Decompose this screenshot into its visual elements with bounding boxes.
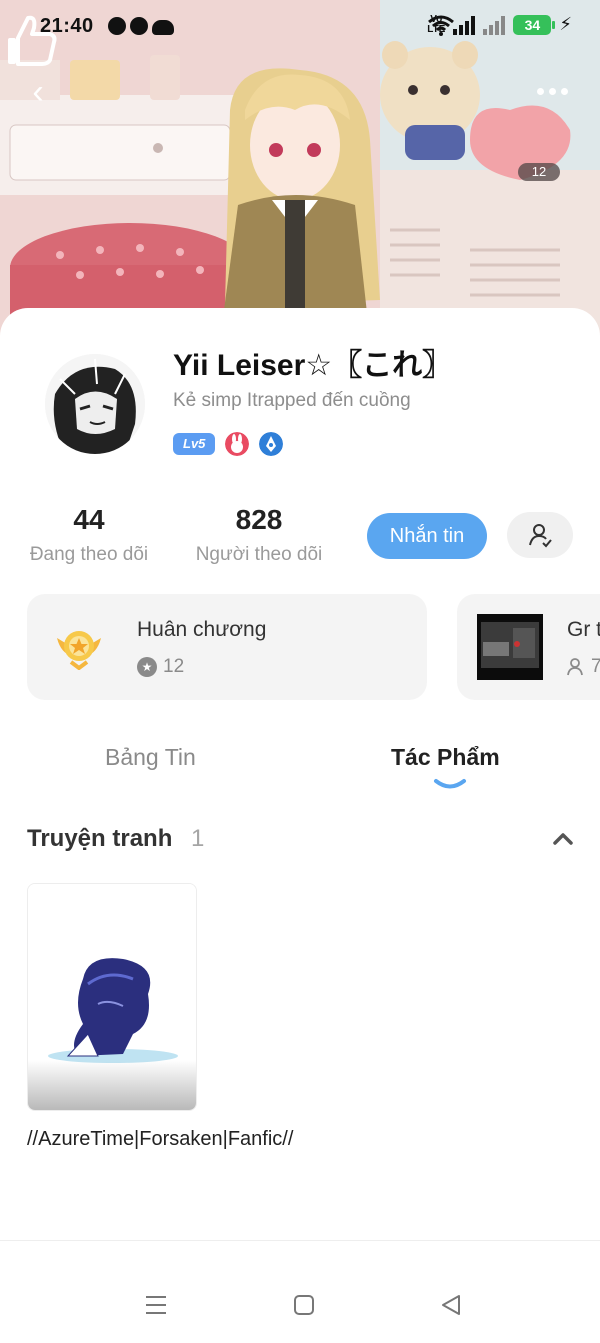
chevron-up-icon[interactable] (550, 828, 576, 850)
cloud-icon (152, 20, 174, 35)
comic-title[interactable]: //AzureTime|Forsaken|Fanfic// (27, 1126, 293, 1152)
tab-active-indicator (434, 779, 466, 789)
following-label: Đang theo dõi (29, 544, 149, 565)
comic-card[interactable] (27, 883, 197, 1111)
following-count: 44 (73, 504, 105, 535)
status-bar: 21:40 Vo LTE 34 ⚡ (0, 0, 600, 54)
more-dot-icon (560, 87, 568, 95)
members-icon (567, 658, 583, 676)
section-title: Truyện tranh (27, 825, 173, 852)
messenger-icon (108, 17, 126, 35)
comic-cover-fade (28, 1060, 196, 1110)
followers-label: Người theo dõi (195, 544, 323, 565)
pen-badge-icon[interactable] (259, 432, 284, 456)
username: Yii Leiser☆〖これ〗 (173, 349, 453, 382)
tab-feed[interactable]: Bảng Tin (105, 744, 196, 771)
more-dot-icon (548, 87, 556, 95)
medals-title: Huân chương (137, 618, 267, 641)
more-dot-icon (536, 87, 544, 95)
notification-icons (108, 17, 174, 35)
messenger-icon (130, 17, 148, 35)
charging-icon: ⚡ (559, 14, 572, 34)
section-count: 1 (191, 825, 205, 852)
medals-count: 12 (163, 656, 185, 677)
signal-icon (453, 15, 476, 35)
battery-icon: 34 (513, 14, 556, 35)
badge-row: Lv5 (173, 432, 284, 456)
star-icon: ★ (137, 657, 157, 677)
system-nav-bar (0, 1240, 600, 1343)
signal-icon-secondary (483, 15, 506, 35)
profile-cover: 21:40 Vo LTE 34 ⚡ ‹ 12 (0, 0, 600, 340)
message-button[interactable]: Nhắn tin (367, 513, 487, 559)
medals-card[interactable]: Huân chương ★ 12 (27, 594, 427, 700)
following-stat[interactable]: 44 Đang theo dõi (24, 504, 154, 566)
level-badge[interactable]: Lv5 (173, 433, 216, 455)
more-options-button[interactable] (532, 76, 572, 106)
avatar-image (45, 354, 145, 454)
group-thumbnail (477, 614, 543, 680)
profile-sheet: Yii Leiser☆〖これ〗 Kẻ simp Itrapped đến cuồ… (0, 308, 600, 1243)
followers-stat[interactable]: 828 Người theo dõi (190, 504, 328, 566)
status-indicators: Vo LTE 34 ⚡ (427, 14, 572, 36)
person-icon (529, 524, 552, 548)
group-members-count: 7 (591, 656, 600, 677)
rabbit-badge-icon[interactable] (225, 432, 250, 456)
menu-icon[interactable] (141, 1293, 171, 1317)
follow-button[interactable] (507, 512, 573, 558)
back-triangle-icon[interactable] (437, 1293, 467, 1317)
like-button[interactable] (0, 0, 66, 80)
like-count: 12 (518, 163, 560, 181)
wifi-icon (428, 15, 455, 36)
group-title: Gr t (567, 618, 600, 641)
bio: Kẻ simp Itrapped đến cuồng (173, 390, 411, 411)
thumbs-up-icon (8, 15, 57, 66)
medal-icon (57, 631, 101, 670)
avatar[interactable] (45, 354, 145, 454)
group-members-row: 7 (567, 656, 600, 678)
tab-works[interactable]: Tác Phẩm (391, 744, 500, 771)
home-square-icon[interactable] (289, 1293, 319, 1317)
medals-count-row: ★ 12 (137, 656, 184, 678)
followers-count: 828 (235, 504, 283, 535)
group-card[interactable]: Gr t 7 (457, 594, 600, 700)
